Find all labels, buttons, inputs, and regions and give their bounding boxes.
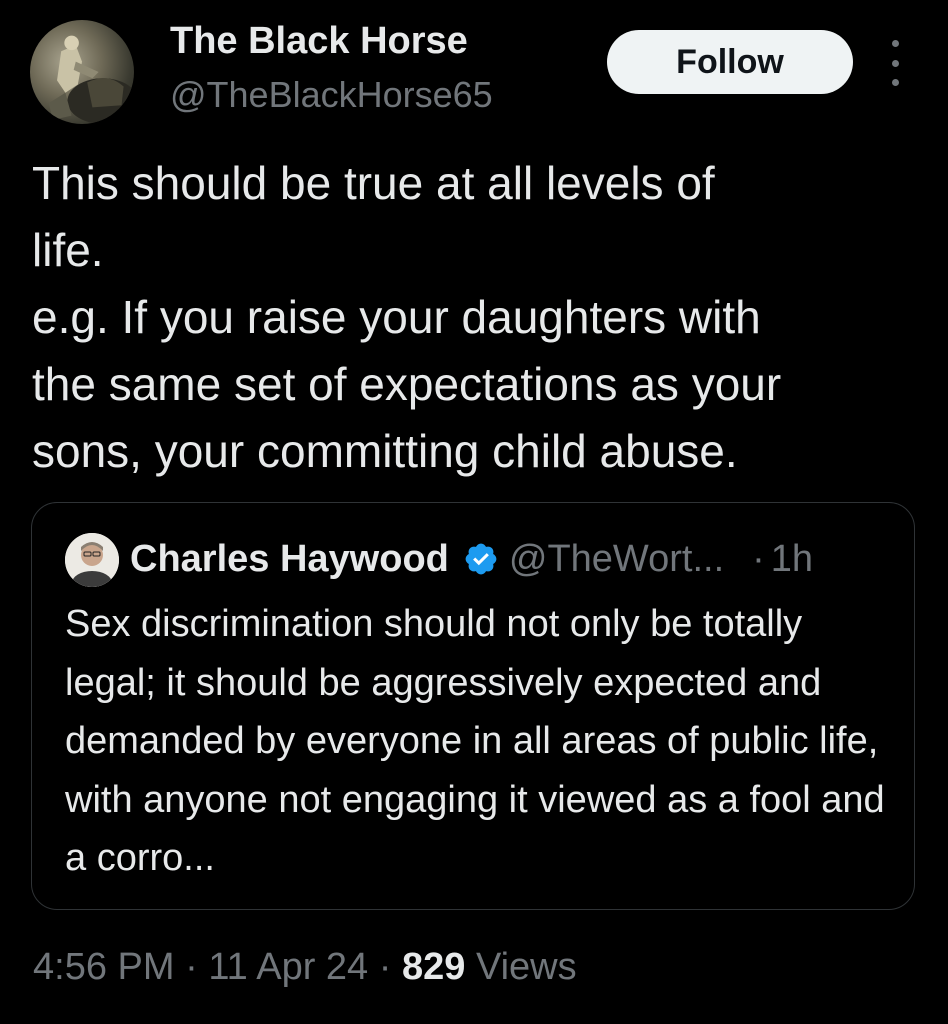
quoted-tweet-time[interactable]: 1h [771,538,813,581]
views-count: 829 [401,946,466,988]
tweet-date[interactable]: 11 Apr 24 [208,946,368,988]
dot [891,79,899,86]
tweet-time[interactable]: 4:56 PM [33,946,175,988]
views-label: Views [475,946,577,988]
dot [891,40,899,47]
tweet-metadata: 4:56 PM · 11 Apr 24 · 829 Views [33,946,577,989]
quoted-author-name[interactable]: Charles Haywood [130,538,449,581]
avatar-portrait-icon [65,533,119,587]
author-name[interactable]: The Black Horse [170,20,468,63]
quoted-tweet-header: Charles Haywood @TheWort... · 1h [130,531,813,587]
separator-dot: · [378,946,392,988]
more-options-icon[interactable] [882,40,908,86]
quoted-tweet-text: Sex discrimination should not only be to… [65,603,885,879]
tweet-text: This should be true at all levels of lif… [32,157,782,477]
dot [891,59,899,67]
quoted-tweet-card[interactable]: Charles Haywood @TheWort... · 1h Sex dis… [31,502,915,910]
avatar-rider-painting-icon [48,35,134,124]
quoted-author-avatar[interactable] [65,533,119,587]
verified-badge-icon [465,543,497,575]
separator-dot: · [185,946,198,988]
follow-button[interactable]: Follow [607,30,853,94]
author-handle[interactable]: @TheBlackHorse65 [170,74,493,116]
separator-dot: · [752,537,765,580]
author-avatar[interactable] [30,20,134,124]
quoted-author-handle[interactable]: @TheWort... [509,538,724,581]
